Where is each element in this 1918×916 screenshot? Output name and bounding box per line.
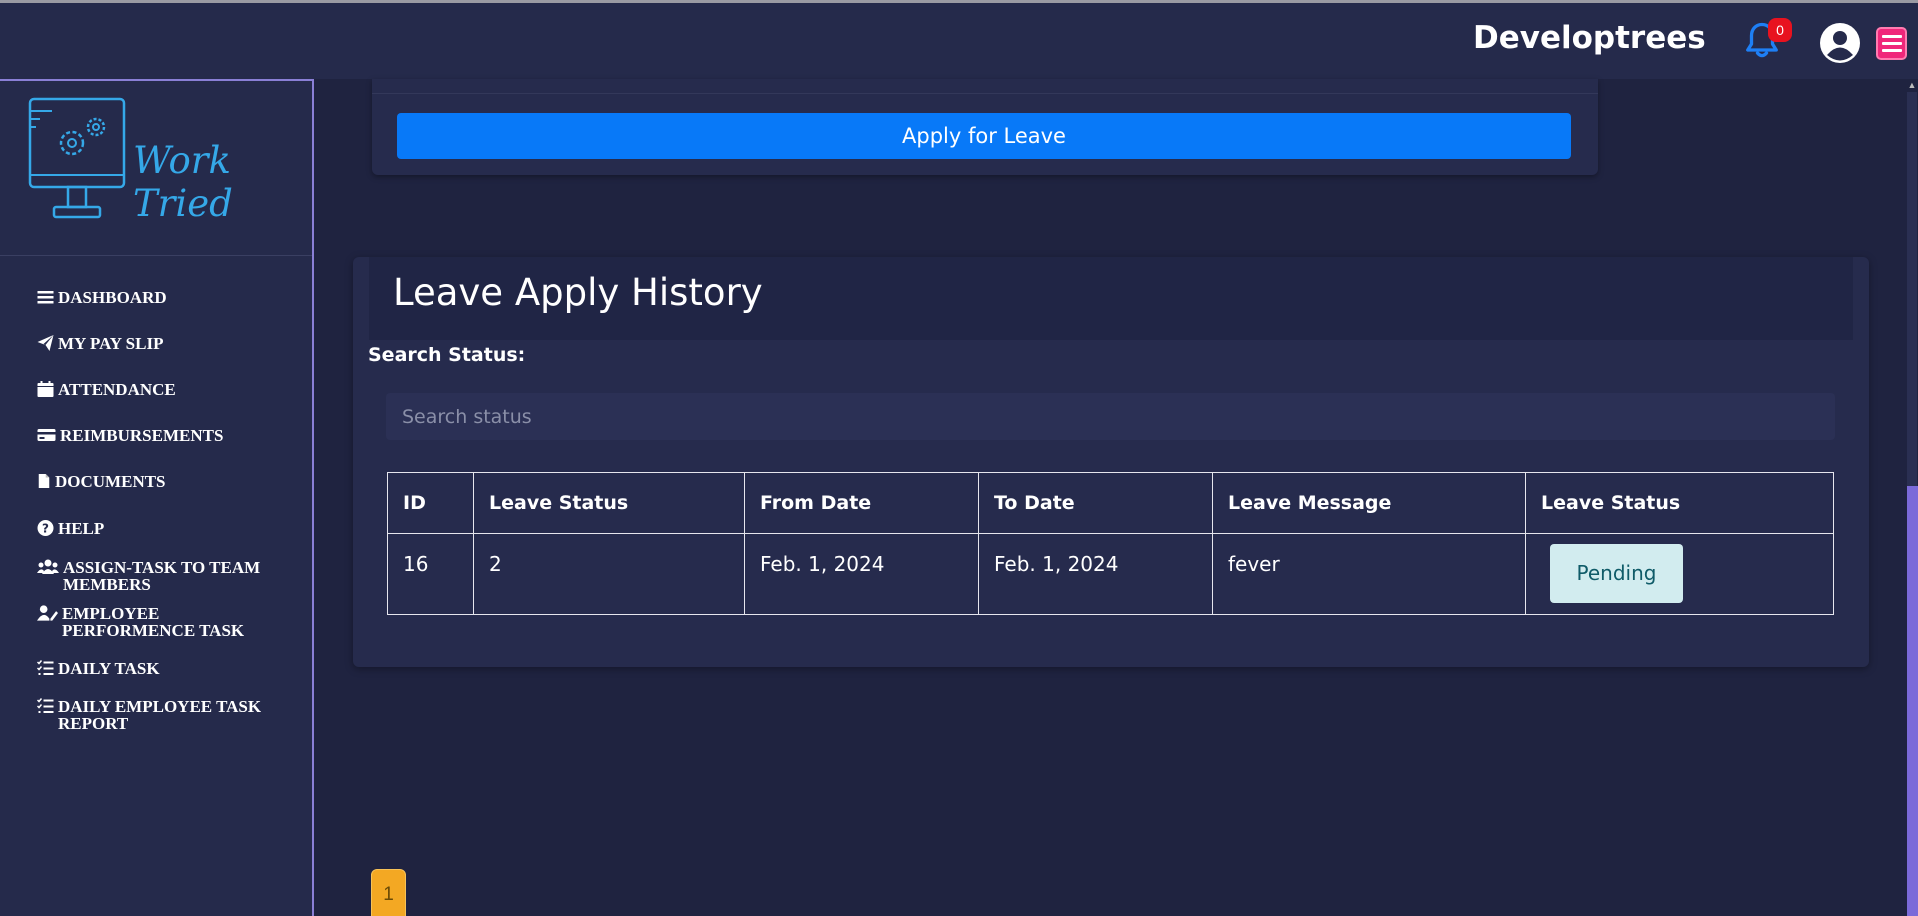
sidebar-item-daily-employee-task-report[interactable]: DAILY EMPLOYEE TASK REPORT	[37, 698, 287, 732]
column-header-leave-status: Leave Status	[473, 472, 745, 534]
leave-history-card: Leave Apply History Search Status: ID Le…	[353, 257, 1869, 667]
sidebar-item-label: DAILY TASK	[58, 659, 160, 678]
sidebar-item-attendance[interactable]: ATTENDANCE	[37, 381, 287, 398]
leave-history-table: ID Leave Status From Date To Date Leave …	[387, 472, 1834, 615]
search-status-input[interactable]	[386, 393, 1835, 440]
cell-status-badge: Pending	[1525, 533, 1834, 615]
sidebar: Work Tried DASHBOARD MY PAY SLIP ATTENDA…	[0, 79, 314, 916]
sidebar-item-assign-task[interactable]: ASSIGN-TASK TO TEAM MEMBERS	[37, 559, 287, 593]
column-header-leave-message: Leave Message	[1212, 472, 1526, 534]
sidebar-item-reimbursements[interactable]: REIMBURSEMENTS	[37, 427, 287, 444]
sidebar-item-label: HELP	[58, 519, 105, 538]
paper-plane-icon	[37, 335, 54, 351]
list-check-icon	[37, 660, 54, 675]
notification-badge: 0	[1768, 18, 1792, 42]
scrollbar-track[interactable]	[1907, 92, 1917, 486]
apply-leave-card: Apply for Leave	[372, 79, 1598, 175]
hamburger-line	[1881, 35, 1902, 38]
cell-leave-status: 2	[473, 533, 745, 615]
column-header-id: ID	[387, 472, 474, 534]
history-title: Leave Apply History	[393, 271, 763, 314]
user-avatar-icon[interactable]	[1819, 22, 1861, 64]
sidebar-item-label: DASHBOARD	[58, 288, 167, 307]
search-status-label: Search Status:	[368, 344, 526, 366]
sidebar-item-label: DOCUMENTS	[55, 472, 166, 491]
svg-text:?: ?	[42, 522, 49, 536]
sidebar-item-label: REIMBURSEMENTS	[60, 426, 224, 445]
card-divider	[372, 93, 1598, 94]
sidebar-item-documents[interactable]: DOCUMENTS	[37, 473, 287, 490]
column-header-leave-status-badge: Leave Status	[1525, 472, 1834, 534]
sidebar-item-daily-task[interactable]: DAILY TASK	[37, 660, 287, 677]
top-bar: Developtrees 0	[0, 0, 1918, 79]
apply-for-leave-button[interactable]: Apply for Leave	[397, 113, 1571, 159]
bars-icon	[37, 291, 54, 304]
cell-to-date: Feb. 1, 2024	[978, 533, 1213, 615]
list-check-icon	[37, 698, 54, 713]
sidebar-item-label: ASSIGN-TASK TO TEAM MEMBERS	[63, 558, 261, 594]
sidebar-item-employee-performence[interactable]: EMPLOYEE PERFORMENCE TASK	[37, 605, 287, 639]
question-circle-icon: ?	[37, 520, 54, 536]
file-icon	[38, 474, 50, 488]
sidebar-item-help[interactable]: ? HELP	[37, 520, 287, 537]
logo-area: Work Tried	[0, 81, 312, 256]
cell-from-date: Feb. 1, 2024	[744, 533, 979, 615]
table-header-row: ID Leave Status From Date To Date Leave …	[387, 472, 1834, 534]
sidebar-item-label: ATTENDANCE	[58, 380, 176, 399]
sidebar-item-label: EMPLOYEE PERFORMENCE TASK	[62, 604, 245, 640]
credit-card-icon	[37, 429, 56, 441]
column-header-from-date: From Date	[744, 472, 979, 534]
table-row: 16 2 Feb. 1, 2024 Feb. 1, 2024 fever Pen…	[387, 533, 1834, 615]
scrollbar-thumb[interactable]	[1907, 486, 1918, 916]
users-icon	[37, 559, 59, 574]
calendar-icon	[37, 381, 54, 397]
logo-text: Work Tried	[133, 139, 233, 225]
hamburger-line	[1881, 49, 1902, 52]
sidebar-item-label: MY PAY SLIP	[58, 334, 164, 353]
sidebar-item-my-pay-slip[interactable]: MY PAY SLIP	[37, 335, 287, 352]
hamburger-menu-button[interactable]	[1876, 27, 1907, 60]
cell-message: fever	[1212, 533, 1526, 615]
sidebar-item-dashboard[interactable]: DASHBOARD	[37, 289, 287, 306]
pending-status-button[interactable]: Pending	[1550, 544, 1683, 603]
computer-gear-logo-icon	[28, 97, 126, 219]
pagination-page-button[interactable]: 1	[371, 869, 406, 916]
sidebar-item-label: DAILY EMPLOYEE TASK REPORT	[58, 697, 262, 733]
cell-id: 16	[387, 533, 474, 615]
history-header: Leave Apply History	[369, 257, 1853, 340]
user-edit-icon	[37, 605, 58, 621]
hamburger-line	[1881, 42, 1902, 45]
column-header-to-date: To Date	[978, 472, 1213, 534]
scroll-up-arrow-icon[interactable]: ▲	[1906, 80, 1918, 92]
brand-name: Developtrees	[1473, 20, 1706, 56]
